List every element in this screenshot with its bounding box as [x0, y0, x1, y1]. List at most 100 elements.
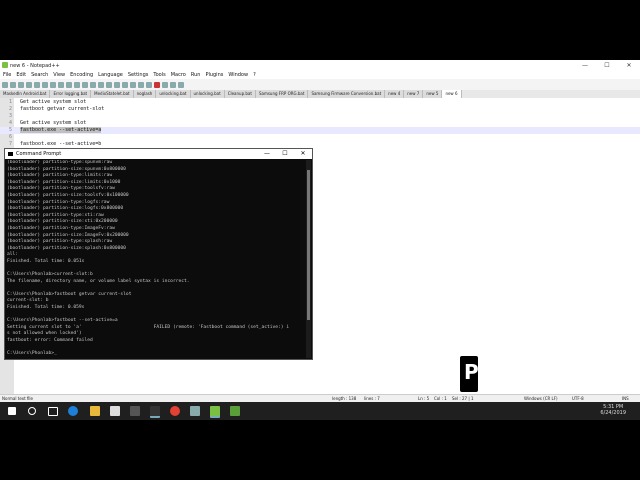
file-explorer-icon[interactable]: [90, 406, 100, 416]
zoom-out-icon[interactable]: [122, 81, 128, 88]
menu-plugins[interactable]: Plugins: [203, 71, 225, 79]
close-all-icon[interactable]: [42, 81, 48, 88]
replace-icon[interactable]: [106, 81, 112, 88]
cmd-maximize-button[interactable]: ☐: [276, 149, 294, 159]
line-number: 3: [8, 113, 12, 119]
cmd-output[interactable]: (bootloader) partition-type:spunvm:raw (b…: [7, 160, 305, 360]
cmd-scrollbar[interactable]: [306, 160, 311, 358]
cmd-output-line: The filename, directory name, or volume …: [7, 278, 190, 284]
save-icon[interactable]: [18, 81, 24, 88]
editor-line-current[interactable]: 5 fastboot.exe --set-active=a: [0, 127, 640, 134]
minimize-button[interactable]: —: [574, 60, 596, 71]
close-button[interactable]: ✕: [618, 60, 640, 71]
editor-line[interactable]: 2 fastboot getvar current-slot: [0, 106, 640, 113]
tab-file-4[interactable]: noglash: [133, 90, 157, 98]
task-view-icon[interactable]: [48, 407, 58, 416]
new-file-icon[interactable]: [2, 81, 8, 88]
tab-file-9[interactable]: Samsung Firmware Conversion.bat: [308, 90, 386, 98]
editor-line[interactable]: 1 Get active system slot: [0, 99, 640, 106]
print-icon[interactable]: [50, 81, 56, 88]
menu-run[interactable]: Run: [189, 71, 203, 79]
menu-view[interactable]: View: [51, 71, 67, 79]
open-file-icon[interactable]: [10, 81, 16, 88]
notepad-title-bar: new 6 - Notepad++ — ☐ ✕: [0, 60, 640, 71]
store-icon[interactable]: [110, 406, 120, 416]
taskbar-clock[interactable]: 5:31 PM 6/24/2019: [600, 404, 626, 416]
line-number: 6: [8, 134, 12, 140]
cmd-minimize-button[interactable]: —: [258, 149, 276, 159]
tab-file-2[interactable]: Error logging.bat: [50, 90, 92, 98]
cmd-output-line: (bootloader) partition-size:sti:0x200000: [7, 219, 118, 225]
close-file-icon[interactable]: [34, 81, 40, 88]
tab-file-10[interactable]: new 4: [385, 90, 405, 98]
editor-line[interactable]: 6: [0, 134, 640, 141]
line-number: 5: [8, 127, 12, 133]
tab-file-1[interactable]: MaskedIn Android.bat: [0, 90, 51, 98]
menu-file[interactable]: File: [1, 71, 13, 79]
menu-settings[interactable]: Settings: [126, 71, 151, 79]
menu-macro[interactable]: Macro: [169, 71, 188, 79]
paste-icon[interactable]: [74, 81, 80, 88]
cmd-output-line: Finished. Total time: 0.051s: [7, 258, 85, 264]
status-eol: Windows (CR LF): [524, 396, 558, 401]
record-macro-icon[interactable]: [154, 81, 160, 88]
editor-line[interactable]: 7 fastboot.exe --set-active=b: [0, 141, 640, 148]
menu-edit[interactable]: Edit: [14, 71, 28, 79]
editor-line[interactable]: 3: [0, 113, 640, 120]
menu-tools[interactable]: Tools: [151, 71, 167, 79]
save-all-icon[interactable]: [26, 81, 32, 88]
tab-file-8[interactable]: Samsung FRP ORG.bat: [255, 90, 309, 98]
copy-icon[interactable]: [66, 81, 72, 88]
tab-file-5[interactable]: unlocking.bat: [156, 90, 191, 98]
cmd-output-line: fastboot: error: Command failed: [7, 338, 93, 344]
cmd-output-line: C:\Users\Phonlab>fastboot --set-active=a: [7, 318, 118, 324]
menu-language[interactable]: Language: [96, 71, 125, 79]
cmd-scrollbar-thumb[interactable]: [307, 170, 310, 320]
notepad-app-icon: [2, 62, 8, 68]
cmd-title-bar[interactable]: Command Prompt — ☐ ✕: [5, 149, 312, 159]
tab-file-3[interactable]: MedixStatelet.bat: [91, 90, 134, 98]
status-lines: lines : 7: [364, 396, 380, 401]
command-prompt-window[interactable]: Command Prompt — ☐ ✕ (bootloader) partit…: [4, 148, 313, 360]
cmd-close-button[interactable]: ✕: [294, 149, 312, 159]
windows-start-icon[interactable]: [8, 407, 16, 415]
undo-icon[interactable]: [82, 81, 88, 88]
status-ln: Ln : 5: [418, 396, 430, 401]
cmd-output-line: (bootloader) partition-type:spunvm:raw: [7, 160, 113, 165]
indent-guide-icon[interactable]: [146, 81, 152, 88]
app-icon-3[interactable]: [230, 406, 240, 416]
notepad-taskbar-icon[interactable]: [210, 406, 220, 418]
edge-browser-icon[interactable]: [68, 406, 78, 416]
find-icon[interactable]: [98, 81, 104, 88]
save-macro-icon[interactable]: [178, 81, 184, 88]
chrome-icon[interactable]: [170, 406, 180, 416]
redo-icon[interactable]: [90, 81, 96, 88]
app-icon[interactable]: [130, 406, 140, 416]
zoom-in-icon[interactable]: [114, 81, 120, 88]
tab-file-7[interactable]: Cleanup.bat: [224, 90, 256, 98]
cmd-window-buttons: — ☐ ✕: [258, 149, 312, 159]
cmd-output-line: all:: [7, 252, 19, 258]
maximize-button[interactable]: ☐: [596, 60, 618, 71]
play-macro-icon[interactable]: [170, 81, 176, 88]
cmd-output-line: (bootloader) partition-type:splash:raw: [7, 239, 113, 245]
editor-line[interactable]: 4 Get active system slot: [0, 120, 640, 127]
cut-icon[interactable]: [58, 81, 64, 88]
line-text-selected: fastboot.exe --set-active=a: [20, 127, 102, 133]
tab-file-11[interactable]: new 7: [404, 90, 424, 98]
sync-scroll-icon[interactable]: [130, 81, 136, 88]
word-wrap-icon[interactable]: [138, 81, 144, 88]
line-text: Get active system slot: [20, 99, 87, 105]
menu-help[interactable]: ?: [251, 71, 258, 79]
menu-search[interactable]: Search: [29, 71, 50, 79]
tab-file-12[interactable]: new 5: [423, 90, 443, 98]
notepad-window-buttons: — ☐ ✕: [574, 60, 640, 71]
menu-encoding[interactable]: Encoding: [68, 71, 95, 79]
app-icon-2[interactable]: [190, 406, 200, 416]
tab-file-6[interactable]: unlocking.bat: [190, 90, 225, 98]
command-prompt-taskbar-icon[interactable]: [150, 406, 160, 418]
menu-window[interactable]: Window: [226, 71, 250, 79]
search-icon[interactable]: [28, 407, 36, 415]
tab-file-active[interactable]: new 6: [442, 90, 462, 98]
stop-macro-icon[interactable]: [162, 81, 168, 88]
